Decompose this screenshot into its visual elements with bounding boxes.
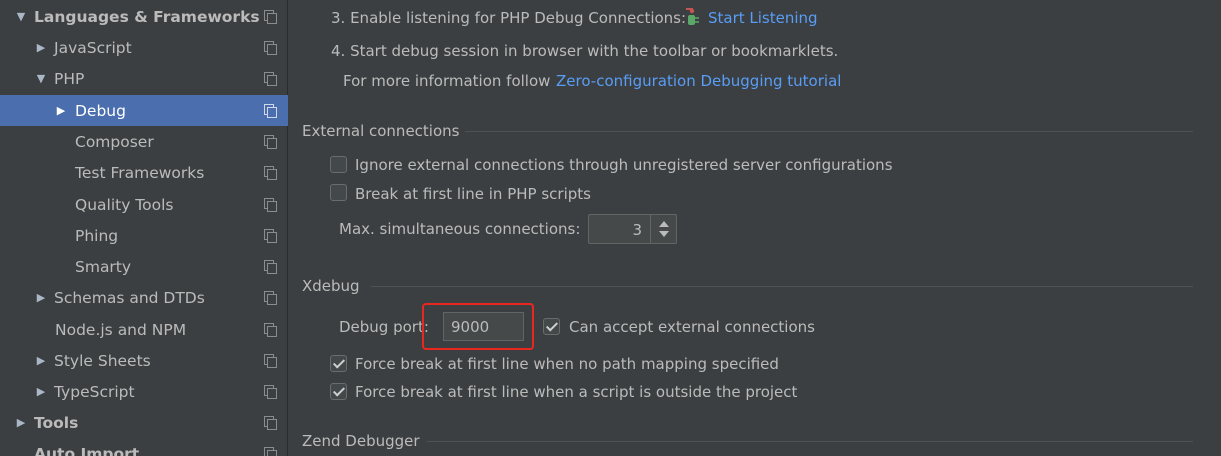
external-connections-title: External connections [302, 122, 460, 140]
sidebar-item-composer[interactable]: Composer [0, 126, 288, 157]
step3-text: 3. Enable listening for PHP Debug Connec… [331, 9, 687, 27]
force-break-no-mapping-label: Force break at first line when no path m… [355, 355, 779, 373]
ignore-external-connections-checkbox[interactable] [330, 156, 347, 173]
sidebar-item-label: PHP [54, 69, 85, 88]
sidebar-item-label: Smarty [75, 257, 132, 276]
debug-port-label: Debug port: [339, 318, 429, 336]
sidebar-item-javascript[interactable]: ▶ JavaScript [0, 32, 288, 63]
sidebar-item-label: Tools [34, 413, 79, 432]
force-break-outside-project-checkbox[interactable] [330, 383, 347, 400]
increment-arrow-icon[interactable] [659, 221, 669, 227]
sidebar-item-label: Auto Import [34, 444, 140, 456]
section-divider [371, 286, 1193, 287]
project-settings-icon [264, 229, 277, 243]
step4-text: 4. Start debug session in browser with t… [331, 42, 839, 60]
expand-arrow-icon[interactable]: ▶ [34, 354, 48, 367]
sidebar-item-tools[interactable]: ▶ Tools [0, 407, 288, 438]
project-settings-icon [264, 72, 277, 86]
expand-arrow-icon[interactable]: ▶ [14, 416, 28, 429]
expand-arrow-icon[interactable]: ▶ [34, 385, 48, 398]
more-info-text: For more information follow [343, 72, 551, 90]
expand-arrow-icon[interactable]: ▶ [34, 291, 48, 304]
sidebar-item-php[interactable]: ▼ PHP [0, 63, 288, 94]
sidebar-item-nodejs-npm[interactable]: Node.js and NPM [0, 314, 288, 345]
sidebar-item-debug[interactable]: ▶ Debug [0, 95, 288, 126]
accept-external-connections-label: Can accept external connections [569, 318, 815, 336]
settings-sidebar: ▼ Languages & Frameworks ▶ JavaScript ▼ … [0, 0, 288, 456]
sidebar-item-style-sheets[interactable]: ▶ Style Sheets [0, 345, 288, 376]
max-connections-label: Max. simultaneous connections: [339, 220, 581, 238]
debug-settings-panel: 3. Enable listening for PHP Debug Connec… [289, 0, 1221, 456]
sidebar-item-auto-import[interactable]: Auto Import [0, 438, 288, 456]
ignore-external-connections-label: Ignore external connections through unre… [355, 156, 893, 174]
sidebar-item-label: Quality Tools [75, 195, 174, 214]
break-first-line-checkbox[interactable] [330, 184, 347, 201]
zero-config-tutorial-link[interactable]: Zero-configuration Debugging tutorial [556, 72, 841, 90]
sidebar-item-phing[interactable]: Phing [0, 220, 288, 251]
project-settings-icon [264, 198, 277, 212]
listen-debug-icon[interactable] [683, 7, 701, 27]
project-settings-icon [264, 385, 277, 399]
force-break-outside-project-label: Force break at first line when a script … [355, 383, 798, 401]
sidebar-item-label: Phing [75, 226, 119, 245]
max-connections-spinner[interactable]: 3 [588, 214, 677, 244]
xdebug-title: Xdebug [302, 277, 360, 295]
project-settings-icon [264, 447, 277, 456]
project-settings-icon [264, 10, 277, 24]
annotation-highlight-box [422, 303, 534, 350]
project-settings-icon [264, 166, 277, 180]
break-first-line-label: Break at first line in PHP scripts [355, 185, 591, 203]
start-listening-link[interactable]: Start Listening [708, 9, 818, 27]
sidebar-item-schemas-dtds[interactable]: ▶ Schemas and DTDs [0, 282, 288, 313]
expand-arrow-icon[interactable]: ▶ [54, 104, 68, 117]
sidebar-item-label: Schemas and DTDs [54, 288, 205, 307]
zend-debugger-title: Zend Debugger [302, 432, 420, 450]
sidebar-item-typescript[interactable]: ▶ TypeScript [0, 376, 288, 407]
spinner-buttons[interactable] [650, 215, 676, 243]
sidebar-item-label: Node.js and NPM [55, 320, 187, 339]
project-settings-icon [264, 416, 277, 430]
max-connections-value: 3 [632, 221, 642, 239]
sidebar-item-quality-tools[interactable]: Quality Tools [0, 189, 288, 220]
sidebar-item-label: Languages & Frameworks [34, 7, 260, 26]
project-settings-icon [264, 135, 277, 149]
expand-arrow-icon[interactable]: ▼ [34, 72, 48, 85]
section-divider [465, 131, 1193, 132]
sidebar-item-label: JavaScript [54, 38, 132, 57]
sidebar-item-smarty[interactable]: Smarty [0, 251, 288, 282]
sidebar-item-label: Composer [75, 132, 154, 151]
project-settings-icon [264, 354, 277, 368]
sidebar-item-label: Style Sheets [54, 351, 151, 370]
sidebar-item-languages-frameworks[interactable]: ▼ Languages & Frameworks [0, 1, 288, 32]
decrement-arrow-icon[interactable] [659, 231, 669, 237]
expand-arrow-icon[interactable]: ▼ [14, 10, 28, 23]
sidebar-item-label: TypeScript [54, 382, 135, 401]
project-settings-icon [264, 41, 277, 55]
force-break-no-mapping-checkbox[interactable] [330, 355, 347, 372]
sidebar-item-test-frameworks[interactable]: Test Frameworks [0, 157, 288, 188]
sidebar-item-label: Debug [75, 101, 126, 120]
sidebar-item-label: Test Frameworks [75, 163, 205, 182]
project-settings-icon [264, 104, 277, 118]
project-settings-icon [264, 260, 277, 274]
project-settings-icon [264, 323, 277, 337]
project-settings-icon [264, 291, 277, 305]
expand-arrow-icon[interactable]: ▶ [34, 41, 48, 54]
accept-external-connections-checkbox[interactable] [543, 318, 560, 335]
section-divider [427, 441, 1193, 442]
